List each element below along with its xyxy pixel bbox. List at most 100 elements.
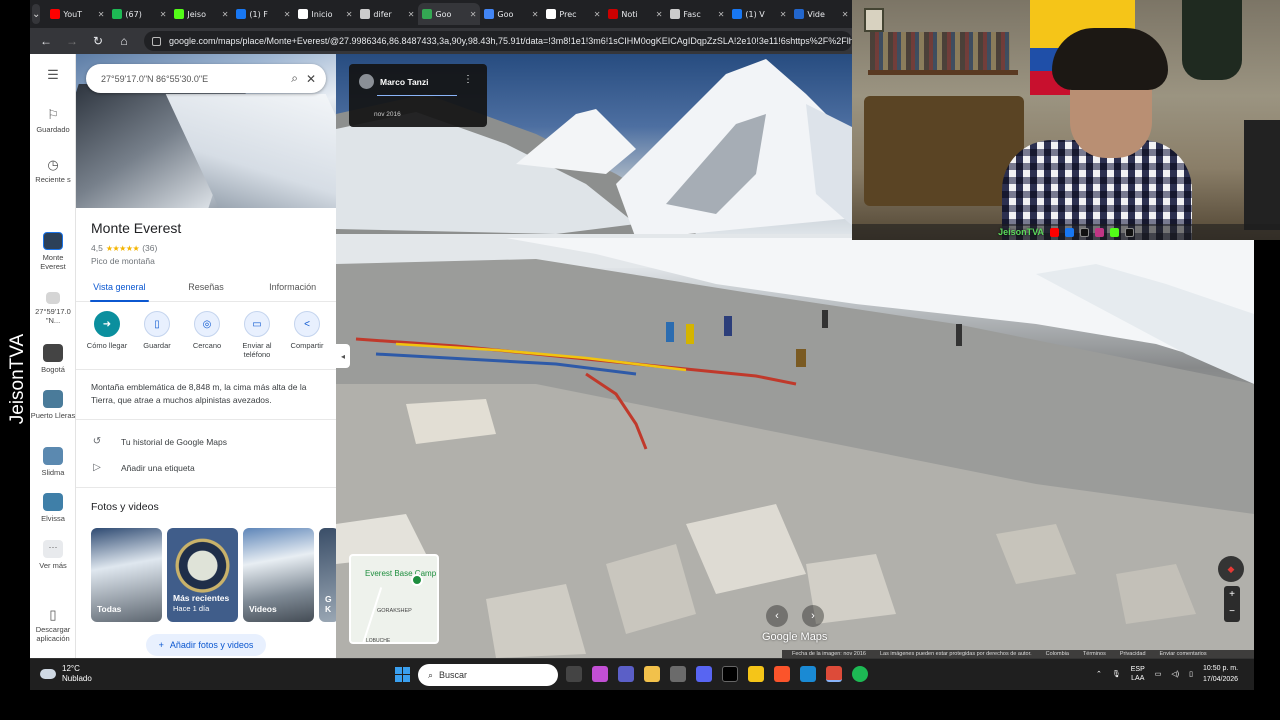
site-info-icon[interactable]	[152, 36, 161, 46]
tab-overview[interactable]: Vista general	[76, 276, 163, 302]
network-icon[interactable]: ▭	[1155, 670, 1162, 679]
app-icon[interactable]	[748, 666, 764, 682]
rail-download-app[interactable]: ▯ Descargar aplicación	[30, 608, 76, 644]
rail-slidma[interactable]: Slidma	[30, 447, 76, 477]
tab-close-icon[interactable]: ✕	[284, 10, 291, 19]
browser-tab[interactable]: difer ✕	[356, 3, 418, 25]
add-photos-button[interactable]: + Añadir fotos y videos	[146, 634, 266, 656]
tiktok-icon[interactable]	[722, 666, 738, 682]
tab-close-icon[interactable]: ✕	[222, 10, 229, 19]
task-view-icon[interactable]	[566, 666, 582, 682]
zoom-in-button[interactable]: +	[1224, 586, 1240, 603]
browser-tab[interactable]: Goo ✕	[418, 3, 481, 25]
tab-close-icon[interactable]: ✕	[160, 10, 167, 19]
place-category[interactable]: Pico de montaña	[91, 256, 155, 266]
teams-icon[interactable]	[618, 666, 634, 682]
footer-privacy[interactable]: Privacidad	[1120, 651, 1146, 657]
rail-puerto-lleras[interactable]: Puerto Lleras	[30, 390, 76, 420]
forward-icon[interactable]: →	[66, 34, 78, 48]
microphone-icon[interactable]: 🎙	[1112, 670, 1121, 679]
browser-tab[interactable]: Fasc ✕	[666, 3, 728, 25]
address-bar[interactable]: google.com/maps/place/Monte+Everest/@27.…	[144, 31, 852, 51]
action-send-phone-button[interactable]: ▭ Enviar al teléfono	[234, 311, 280, 359]
search-input[interactable]	[101, 73, 284, 84]
tab-close-icon[interactable]: ✕	[470, 10, 477, 19]
search-icon[interactable]: ⌕	[291, 71, 298, 86]
compass-icon[interactable]: ◆	[1218, 556, 1244, 582]
spotify-icon[interactable]	[852, 666, 868, 682]
browser-tab[interactable]: Goo ✕	[480, 3, 542, 25]
battery-icon[interactable]: ▯	[1189, 670, 1193, 679]
tab-reviews[interactable]: Reseñas	[163, 276, 250, 301]
tab-close-icon[interactable]: ✕	[346, 10, 353, 19]
author-name[interactable]: Marco Tanzi	[380, 77, 429, 87]
action-share-button[interactable]: < Compartir	[284, 311, 330, 359]
browser-tab[interactable]: YouT ✕	[46, 3, 108, 25]
minimap[interactable]: Everest Base Camp GORAKSHEP LOBUCHE	[349, 554, 439, 644]
footer-feedback[interactable]: Enviar comentarios	[1160, 651, 1207, 657]
copilot-icon[interactable]	[592, 666, 608, 682]
tray-chevron-icon[interactable]: ⌃	[1096, 670, 1102, 679]
rail-monte-everest[interactable]: Monte Everest	[30, 232, 76, 271]
rail-more[interactable]: ··· Ver más	[30, 540, 76, 570]
rail-elvissa[interactable]: Elvissa	[30, 493, 76, 523]
home-icon[interactable]: ⌂	[118, 34, 130, 48]
clock[interactable]: 10:50 p. m. 17/04/2026	[1203, 663, 1238, 685]
action-directions-button[interactable]: ➜ Cómo llegar	[84, 311, 130, 359]
photo-recent[interactable]: Más recientes Hace 1 día	[167, 528, 238, 622]
weather-widget[interactable]: 12°C Nublado	[40, 664, 92, 684]
action-bookmark-button[interactable]: ▯ Guardar	[134, 311, 180, 359]
browser-tab[interactable]: Inicio ✕	[294, 3, 356, 25]
photo-all[interactable]: Todas	[91, 528, 162, 622]
action-nearby-button[interactable]: ◎ Cercano	[184, 311, 230, 359]
footer-terms[interactable]: Términos	[1083, 651, 1106, 657]
rail-bogota[interactable]: Bogotá	[30, 344, 76, 374]
nav-arrow-left[interactable]: ‹	[766, 605, 788, 627]
zoom-out-button[interactable]: −	[1224, 603, 1240, 620]
chrome-icon[interactable]	[826, 666, 842, 682]
more-options-icon[interactable]: ⋮	[463, 74, 473, 85]
browser-tab[interactable]: (1) V ✕	[728, 3, 790, 25]
tab-info[interactable]: Información	[249, 276, 336, 301]
tab-close-icon[interactable]: ✕	[98, 10, 105, 19]
menu-button[interactable]: ☰	[30, 68, 76, 85]
browser-tab[interactable]: Prec ✕	[542, 3, 604, 25]
browser-tab[interactable]: Jeiso ✕	[170, 3, 232, 25]
language-indicator[interactable]: ESP LAA	[1131, 665, 1145, 683]
browser-tab[interactable]: (67) ✕	[108, 3, 170, 25]
file-explorer-icon[interactable]	[644, 666, 660, 682]
photo-videos[interactable]: Videos	[243, 528, 314, 622]
browser-tab[interactable]: Noti ✕	[604, 3, 666, 25]
browser-tab[interactable]: Vide ✕	[790, 3, 852, 25]
snipping-tool-icon[interactable]	[670, 666, 686, 682]
discord-icon[interactable]	[696, 666, 712, 682]
edge-icon[interactable]	[800, 666, 816, 682]
footer-country[interactable]: Colombia	[1046, 651, 1069, 657]
add-label-link[interactable]: ▷ Añadir una etiqueta	[91, 462, 195, 473]
history-link[interactable]: ↺ Tu historial de Google Maps	[91, 436, 227, 447]
tab-close-icon[interactable]: ✕	[408, 10, 415, 19]
volume-icon[interactable]: ◁)	[1171, 670, 1179, 679]
browser-tab[interactable]: (1) F ✕	[232, 3, 294, 25]
reload-icon[interactable]: ↻	[92, 34, 104, 48]
review-count[interactable]: (36)	[142, 243, 157, 253]
close-icon[interactable]: ✕	[306, 72, 316, 86]
author-avatar[interactable]	[359, 74, 374, 89]
start-button[interactable]	[395, 667, 410, 682]
nav-arrow-right[interactable]: ›	[802, 605, 824, 627]
rail-saved[interactable]: ⚐ Guardado	[30, 108, 76, 135]
rail-recents[interactable]: ◷ Reciente s	[30, 158, 76, 185]
tab-search-button[interactable]: ⌄	[32, 4, 41, 24]
tab-close-icon[interactable]: ✕	[594, 10, 601, 19]
tab-close-icon[interactable]: ✕	[656, 10, 663, 19]
tab-close-icon[interactable]: ✕	[842, 10, 849, 19]
rail-coords[interactable]: 27°59'17.0 "N...	[30, 292, 76, 325]
taskbar-search[interactable]: ⌕ Buscar	[418, 664, 558, 686]
tab-close-icon[interactable]: ✕	[718, 10, 725, 19]
brave-icon[interactable]	[774, 666, 790, 682]
photo-partial[interactable]: G K	[319, 528, 336, 622]
tab-close-icon[interactable]: ✕	[532, 10, 539, 19]
back-icon[interactable]: ←	[40, 34, 52, 48]
collapse-panel-button[interactable]: ◂	[336, 344, 350, 368]
tab-close-icon[interactable]: ✕	[780, 10, 787, 19]
